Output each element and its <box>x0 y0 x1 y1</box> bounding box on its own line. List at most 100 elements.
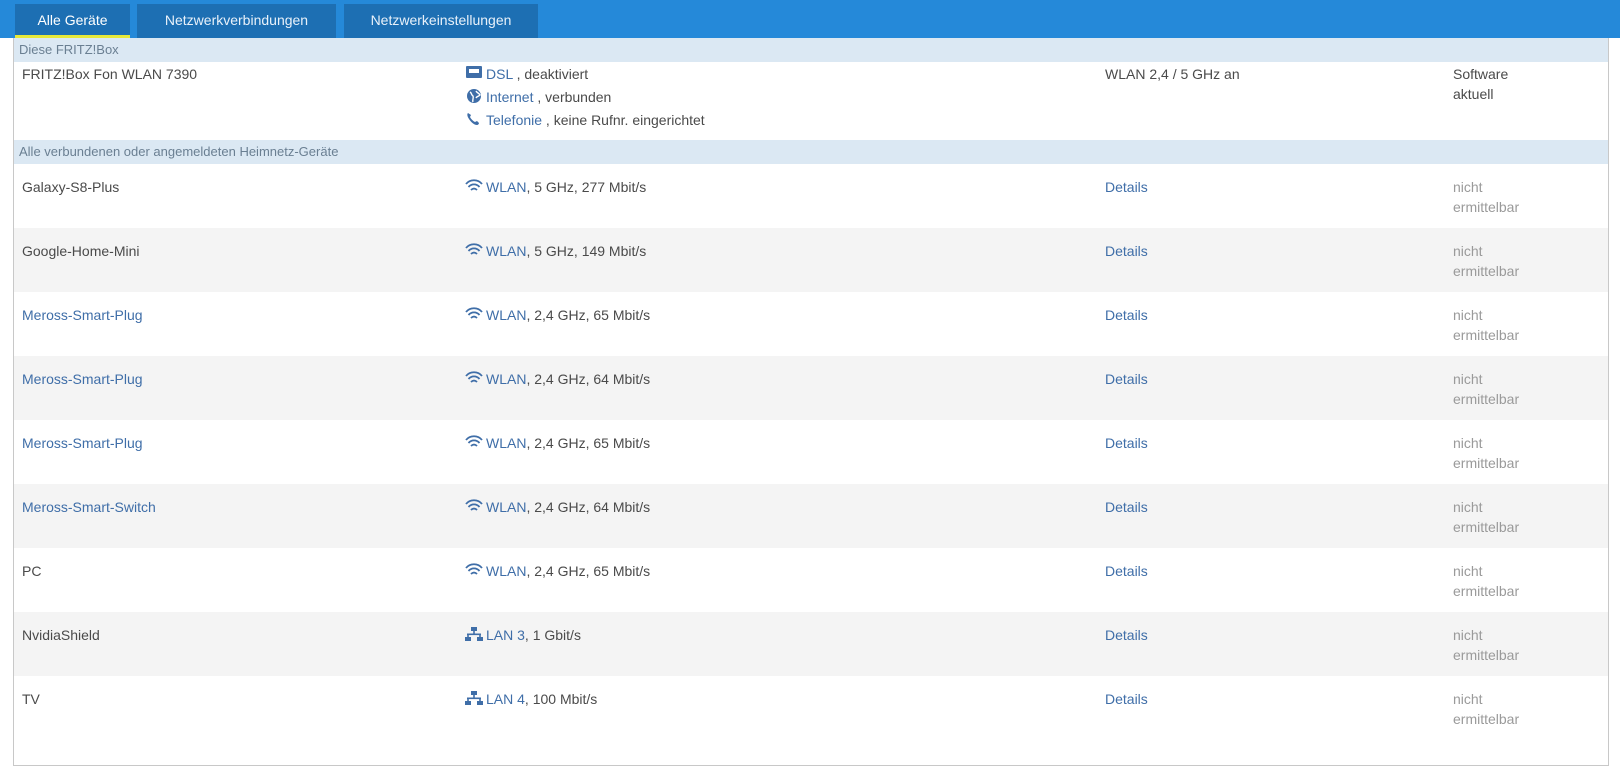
wifi-icon <box>465 306 483 322</box>
telefonie-link[interactable]: Telefonie <box>486 112 542 128</box>
device-name: Galaxy-S8-Plus <box>22 179 120 195</box>
device-name[interactable]: Meross-Smart-Switch <box>22 497 156 517</box>
wlan-property: WLAN 2,4 / 5 GHz an <box>1105 66 1240 82</box>
connection-details: , 2,4 GHz, 65 Mbit/s <box>526 563 651 579</box>
connection-details: , 100 Mbit/s <box>524 691 598 707</box>
device-status: nicht ermittelbar <box>1453 177 1593 217</box>
device-row: Meross-Smart-Switch WLAN, 2,4 GHz, 64 Mb… <box>14 484 1608 548</box>
dsl-status: , deaktiviert <box>512 66 589 82</box>
connection-details: , 2,4 GHz, 65 Mbit/s <box>526 435 651 451</box>
details-link[interactable]: Details <box>1105 625 1148 645</box>
phone-icon <box>465 111 483 127</box>
status-line-2: ermittelbar <box>1453 391 1520 407</box>
details-link[interactable]: Details <box>1105 561 1148 581</box>
device-connection: WLAN, 2,4 GHz, 65 Mbit/s <box>465 433 650 453</box>
connection-internet: Internet , verbunden <box>465 86 705 109</box>
device-name: NvidiaShield <box>22 627 100 643</box>
device-row: NvidiaShield LAN 3, 1 Gbit/s Details nic… <box>14 612 1608 676</box>
connection-link[interactable]: LAN 4 <box>486 691 525 707</box>
status-line-1: nicht <box>1453 563 1483 579</box>
device-name: FRITZ!Box Fon WLAN 7390 <box>22 66 198 82</box>
details-link[interactable]: Details <box>1105 241 1148 261</box>
details-link[interactable]: Details <box>1105 305 1148 325</box>
dsl-link[interactable]: DSL <box>486 66 513 82</box>
device-name: Google-Home-Mini <box>22 243 140 259</box>
status-line-1: nicht <box>1453 371 1483 387</box>
status-line-2: ermittelbar <box>1453 711 1520 727</box>
device-row: Meross-Smart-Plug WLAN, 2,4 GHz, 65 Mbit… <box>14 420 1608 484</box>
status-line-1: nicht <box>1453 691 1483 707</box>
device-list: Diese FRITZ!Box FRITZ!Box Fon WLAN 7390 … <box>13 38 1609 766</box>
internet-link[interactable]: Internet <box>486 89 533 105</box>
status-line-2: ermittelbar <box>1453 583 1520 599</box>
device-name[interactable]: Meross-Smart-Plug <box>22 369 143 389</box>
device-name: PC <box>22 563 42 579</box>
device-status: nicht ermittelbar <box>1453 305 1593 345</box>
connection-link[interactable]: WLAN <box>486 435 526 451</box>
wifi-icon <box>465 178 483 194</box>
details-link[interactable]: Details <box>1105 177 1148 197</box>
device-row: Meross-Smart-Plug WLAN, 2,4 GHz, 65 Mbit… <box>14 292 1608 356</box>
connection-link[interactable]: LAN 3 <box>486 627 525 643</box>
device-status: nicht ermittelbar <box>1453 625 1593 665</box>
device-connection: WLAN, 5 GHz, 149 Mbit/s <box>465 241 646 261</box>
status-line-2: ermittelbar <box>1453 327 1520 343</box>
details-link[interactable]: Details <box>1105 497 1148 517</box>
details-link[interactable]: Details <box>1105 433 1148 453</box>
status-line-1: nicht <box>1453 307 1483 323</box>
wifi-icon <box>465 242 483 258</box>
device-connection: WLAN, 2,4 GHz, 65 Mbit/s <box>465 305 650 325</box>
device-status: nicht ermittelbar <box>1453 433 1593 473</box>
details-link[interactable]: Details <box>1105 369 1148 389</box>
status-line-1: nicht <box>1453 243 1483 259</box>
wifi-icon <box>465 370 483 386</box>
connection-link[interactable]: WLAN <box>486 307 526 323</box>
connection-link[interactable]: WLAN <box>486 499 526 515</box>
device-status: nicht ermittelbar <box>1453 369 1593 409</box>
status-line-2: aktuell <box>1453 86 1494 102</box>
device-status: nicht ermittelbar <box>1453 561 1593 601</box>
device-name[interactable]: Meross-Smart-Plug <box>22 433 143 453</box>
tab-netzwerkverbindungen[interactable]: Netzwerkverbindungen <box>137 4 336 38</box>
status-line-1: nicht <box>1453 435 1483 451</box>
status-line-1: nicht <box>1453 179 1483 195</box>
wifi-icon <box>465 434 483 450</box>
device-connection: WLAN, 5 GHz, 277 Mbit/s <box>465 177 646 197</box>
tab-netzwerkeinstellungen[interactable]: Netzwerkeinstellungen <box>344 4 538 38</box>
connection-link[interactable]: WLAN <box>486 243 526 259</box>
connection-details: , 1 Gbit/s <box>524 627 581 643</box>
device-connection: WLAN, 2,4 GHz, 64 Mbit/s <box>465 369 650 389</box>
internet-status: , verbunden <box>533 89 612 105</box>
status-line-2: ermittelbar <box>1453 647 1520 663</box>
device-status: nicht ermittelbar <box>1453 497 1593 537</box>
status-line-1: nicht <box>1453 627 1483 643</box>
device-connection: LAN 3, 1 Gbit/s <box>465 625 581 645</box>
lan-icon <box>465 626 483 642</box>
lan-icon <box>465 690 483 706</box>
group-heading-devices: Alle verbundenen oder angemeldeten Heimn… <box>14 140 1608 164</box>
software-status: Software aktuell <box>1453 64 1593 104</box>
device-connection: WLAN, 2,4 GHz, 65 Mbit/s <box>465 561 650 581</box>
fritzbox-row: FRITZ!Box Fon WLAN 7390 DSL , deaktivier… <box>14 54 1608 138</box>
connection-link[interactable]: WLAN <box>486 563 526 579</box>
device-row: Galaxy-S8-Plus WLAN, 5 GHz, 277 Mbit/s D… <box>14 164 1608 228</box>
connection-details: , 2,4 GHz, 64 Mbit/s <box>526 371 651 387</box>
connection-details: , 2,4 GHz, 64 Mbit/s <box>526 499 651 515</box>
connection-link[interactable]: WLAN <box>486 179 526 195</box>
dsl-icon <box>465 65 483 81</box>
wifi-icon <box>465 498 483 514</box>
device-status: nicht ermittelbar <box>1453 689 1593 729</box>
device-row: TV LAN 4, 100 Mbit/s Details nicht ermit… <box>14 676 1608 740</box>
top-navigation-bar: Alle Geräte Netzwerkverbindungen Netzwer… <box>0 0 1620 38</box>
connection-dsl: DSL , deaktiviert <box>465 63 705 86</box>
details-link[interactable]: Details <box>1105 689 1148 709</box>
connection-link[interactable]: WLAN <box>486 371 526 387</box>
fritzbox-connections: DSL , deaktiviert Internet , verbunden T… <box>465 63 705 132</box>
status-line-2: ermittelbar <box>1453 455 1520 471</box>
device-name[interactable]: Meross-Smart-Plug <box>22 305 143 325</box>
connection-details: , 5 GHz, 277 Mbit/s <box>526 179 647 195</box>
status-line-2: ermittelbar <box>1453 263 1520 279</box>
globe-icon <box>465 88 483 104</box>
connection-details: , 5 GHz, 149 Mbit/s <box>526 243 647 259</box>
tab-alle-geraete[interactable]: Alle Geräte <box>15 4 130 38</box>
